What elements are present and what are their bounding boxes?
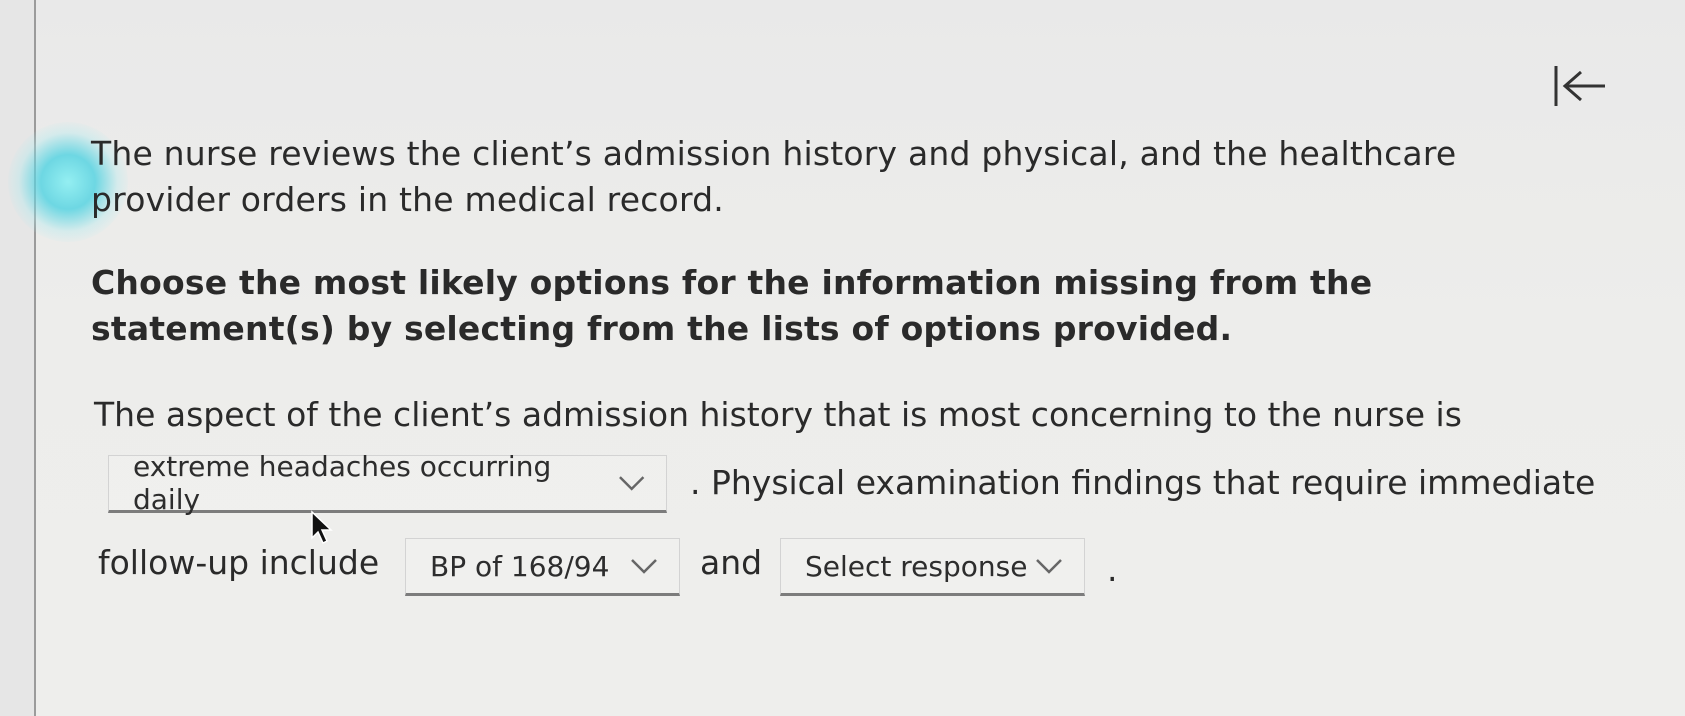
chevron-down-icon [618, 476, 644, 491]
history-concern-value: extreme headaches occurring daily [133, 450, 552, 516]
question-instruction: Choose the most likely options for the i… [91, 263, 1373, 348]
question-intro: The nurse reviews the client’s admission… [91, 134, 1457, 219]
chevron-down-icon [1036, 559, 1062, 574]
physical-finding-2-dropdown[interactable]: Select response [780, 538, 1085, 596]
physical-finding-1-value: BP of 168/94 [430, 549, 610, 583]
history-concern-dropdown[interactable]: extreme headaches occurring daily [108, 450, 667, 516]
statement-middle: . Physical examination findings that req… [690, 463, 1596, 502]
collapse-left-icon[interactable] [1551, 62, 1609, 110]
statement-start: The aspect of the client’s admission his… [94, 395, 1462, 434]
physical-finding-1-dropdown[interactable]: BP of 168/94 [405, 538, 680, 596]
statement-and: and [700, 543, 763, 582]
mouse-pointer-icon [311, 510, 333, 545]
statement-end: . [1107, 550, 1118, 589]
chevron-down-icon [631, 559, 657, 574]
left-divider [0, 0, 36, 716]
statement-followup: follow-up include [98, 543, 380, 582]
physical-finding-2-value: Select response [805, 549, 1028, 583]
